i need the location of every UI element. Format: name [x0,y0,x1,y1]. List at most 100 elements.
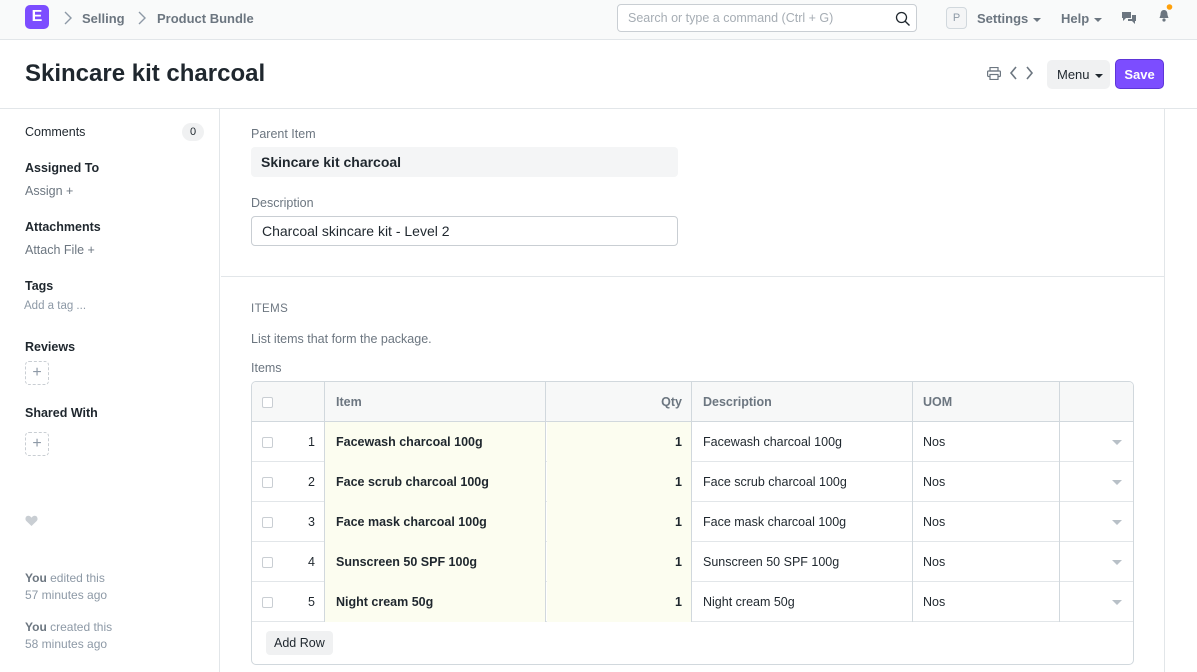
column-header-qty: Qty [661,395,682,409]
row-edit-caret-icon[interactable] [1112,480,1122,485]
activity-action: edited this [46,571,105,585]
assigned-to-heading: Assigned To [25,161,100,175]
previous-doc-icon[interactable] [1009,66,1018,80]
comments-label[interactable]: Comments [25,125,85,139]
row-edit-caret-icon[interactable] [1112,600,1122,605]
table-row[interactable]: 3 Face mask charcoal 100g 1 Face mask ch… [252,502,1133,542]
row-number: 5 [308,595,315,609]
row-description-cell[interactable]: Sunscreen 50 SPF 100g [703,542,839,582]
parent-item-label: Parent Item [251,127,316,141]
table-row[interactable]: 5 Night cream 50g 1 Night cream 50g Nos [252,582,1133,622]
row-qty-cell[interactable]: 1 [547,462,692,502]
row-checkbox[interactable] [262,597,273,608]
assign-link[interactable]: Assign + [25,184,73,198]
search-icon[interactable] [895,11,911,27]
row-item-cell[interactable]: Facewash charcoal 100g [325,422,546,462]
row-item-cell[interactable]: Night cream 50g [325,582,546,622]
tags-heading: Tags [25,279,54,293]
attach-file-link[interactable]: Attach File + [25,243,95,257]
form-main: Parent Item Skincare kit charcoal Descri… [221,109,1165,672]
add-row-button[interactable]: Add Row [266,631,333,655]
row-checkbox[interactable] [262,437,273,448]
caret-down-icon [1033,17,1042,22]
row-uom-cell[interactable]: Nos [923,502,945,542]
table-header: Item Qty Description UOM [252,382,1133,422]
column-divider [912,382,913,622]
row-uom-cell[interactable]: Nos [923,422,945,462]
help-label: Help [1061,11,1090,26]
row-checkbox[interactable] [262,517,273,528]
row-uom-cell[interactable]: Nos [923,542,945,582]
menu-button[interactable]: Menu [1047,60,1110,89]
add-tag-link[interactable]: Add a tag ... [24,300,86,312]
parent-item-field[interactable]: Skincare kit charcoal [251,147,678,177]
settings-dropdown[interactable]: Settings [977,11,1042,26]
column-header-item: Item [336,395,362,409]
row-item-cell[interactable]: Face scrub charcoal 100g [325,462,546,502]
next-doc-icon[interactable] [1025,66,1034,80]
print-icon[interactable] [987,67,1001,80]
items-section-description: List items that form the package. [251,332,432,346]
row-edit-caret-icon[interactable] [1112,560,1122,565]
description-field[interactable]: Charcoal skincare kit - Level 2 [251,216,678,246]
navbar: E Selling Product Bundle Search or type … [0,0,1197,40]
like-heart-icon[interactable] [25,515,38,527]
menu-label: Menu [1057,67,1090,82]
column-divider [1059,382,1060,622]
breadcrumb-selling[interactable]: Selling [82,11,125,26]
app-logo[interactable]: E [25,5,49,29]
table-row[interactable]: 4 Sunscreen 50 SPF 100g 1 Sunscreen 50 S… [252,542,1133,582]
add-share-button[interactable]: + [25,432,49,456]
row-qty-cell[interactable]: 1 [547,582,692,622]
row-edit-caret-icon[interactable] [1112,520,1122,525]
items-table-label: Items [251,361,282,375]
activity-action: created this [46,620,113,634]
row-checkbox[interactable] [262,557,273,568]
items-table: Item Qty Description UOM 1 Facewash char… [251,381,1134,665]
user-avatar[interactable]: P [946,7,967,29]
row-description-cell[interactable]: Night cream 50g [703,582,795,622]
save-button[interactable]: Save [1115,59,1164,89]
search-input[interactable]: Search or type a command (Ctrl + G) [617,4,917,32]
plus-icon: + [87,243,95,257]
plus-icon: + [66,184,74,198]
breadcrumb-product-bundle[interactable]: Product Bundle [157,11,254,26]
row-number: 2 [308,475,315,489]
table-row[interactable]: 2 Face scrub charcoal 100g 1 Face scrub … [252,462,1133,502]
column-divider [324,382,325,622]
row-number: 1 [308,435,315,449]
chevron-right-icon [138,11,146,25]
table-row[interactable]: 1 Facewash charcoal 100g 1 Facewash char… [252,422,1133,462]
row-item-cell[interactable]: Sunscreen 50 SPF 100g [325,542,546,582]
row-uom-cell[interactable]: Nos [923,582,945,622]
items-section-title: ITEMS [251,303,289,315]
row-checkbox[interactable] [262,477,273,488]
row-qty-cell[interactable]: 1 [547,422,692,462]
row-description-cell[interactable]: Face mask charcoal 100g [703,502,846,542]
attach-file-label: Attach File [25,243,85,257]
section-divider [221,276,1164,277]
plus-icon: + [32,435,42,452]
row-edit-caret-icon[interactable] [1112,440,1122,445]
activity-user: You [25,571,47,585]
row-uom-cell[interactable]: Nos [923,462,945,502]
activity-time: 57 minutes ago [25,588,108,602]
help-dropdown[interactable]: Help [1061,11,1103,26]
row-qty-cell[interactable]: 1 [547,542,692,582]
add-review-button[interactable]: + [25,361,49,385]
select-all-checkbox[interactable] [262,397,273,408]
activity-user: You [25,620,47,634]
shared-with-heading: Shared With [25,406,98,420]
row-number: 4 [308,555,315,569]
chat-icon[interactable] [1121,10,1137,25]
row-item-cell[interactable]: Face mask charcoal 100g [325,502,546,542]
column-header-uom: UOM [923,395,953,409]
row-qty-cell[interactable]: 1 [547,502,692,542]
row-description-cell[interactable]: Face scrub charcoal 100g [703,462,847,502]
notification-bell-icon[interactable] [1157,4,1173,24]
caret-down-icon [1094,73,1103,78]
column-divider [545,382,546,622]
row-description-cell[interactable]: Facewash charcoal 100g [703,422,842,462]
reviews-heading: Reviews [25,340,76,354]
chevron-right-icon [64,11,72,25]
